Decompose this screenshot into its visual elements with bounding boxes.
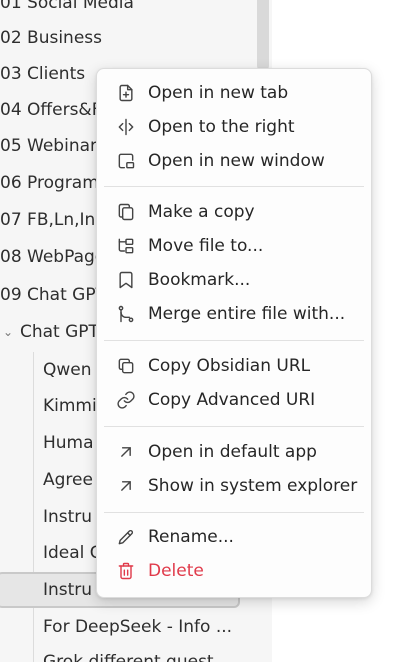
folder-social-media[interactable]: 01 Social Media	[0, 0, 134, 20]
file-kimmi[interactable]: Kimmi	[43, 389, 97, 423]
menu-separator	[104, 186, 364, 187]
menu-copy-obsidian-url[interactable]: Copy Obsidian URL	[104, 350, 364, 382]
menu-move-file[interactable]: Move file to...	[104, 230, 364, 262]
file-agree[interactable]: Agree	[43, 463, 93, 497]
folder-chat-gpt-open[interactable]: ⌄ Chat GPT	[3, 315, 99, 349]
menu-separator	[104, 340, 364, 341]
arrow-up-right-icon	[104, 442, 148, 462]
menu-open-new-window[interactable]: Open in new window	[104, 145, 364, 177]
new-tab-icon	[104, 83, 148, 103]
new-window-icon	[104, 151, 148, 171]
file-instru[interactable]: Instru	[43, 500, 92, 534]
folder-label: Chat GPT	[20, 322, 99, 342]
file-grok[interactable]: Grok different quest...	[43, 645, 230, 662]
file-huma[interactable]: Huma	[43, 426, 94, 460]
copy-file-icon	[104, 202, 148, 222]
folder-webinars[interactable]: 05 Webinars	[0, 129, 106, 163]
folder-social-links[interactable]: 07 FB,Ln,In,Y	[0, 203, 111, 237]
folder-clients[interactable]: 03 Clients	[0, 57, 85, 91]
move-folder-icon	[104, 236, 148, 256]
chevron-down-icon: ⌄	[3, 325, 14, 339]
trash-icon	[104, 561, 148, 581]
file-ideal[interactable]: Ideal C	[43, 536, 102, 570]
menu-rename[interactable]: Rename...	[104, 521, 364, 553]
tree-indent-guide	[33, 352, 34, 662]
bookmark-icon	[104, 270, 148, 290]
pencil-icon	[104, 527, 148, 547]
menu-make-copy[interactable]: Make a copy	[104, 196, 364, 228]
menu-separator	[104, 512, 364, 513]
folder-webpage[interactable]: 08 WebPage	[0, 240, 105, 274]
folder-program[interactable]: 06 Program	[0, 166, 99, 200]
folder-business[interactable]: 02 Business	[0, 21, 102, 55]
menu-open-default-app[interactable]: Open in default app	[104, 436, 364, 468]
context-menu: Open in new tab Open to the right Open i…	[96, 68, 372, 598]
menu-open-right[interactable]: Open to the right	[104, 111, 364, 143]
menu-show-system-explorer[interactable]: Show in system explorer	[104, 470, 364, 502]
link-icon	[104, 390, 148, 410]
menu-delete[interactable]: Delete	[104, 555, 364, 587]
file-qwen[interactable]: Qwen	[43, 353, 92, 387]
arrow-up-right-icon	[104, 476, 148, 496]
menu-bookmark[interactable]: Bookmark...	[104, 264, 364, 296]
file-for-deepseek[interactable]: For DeepSeek - Info ...	[43, 610, 232, 644]
menu-open-new-tab[interactable]: Open in new tab	[104, 77, 364, 109]
explorer-scrollbar[interactable]	[257, 0, 269, 70]
merge-icon	[104, 304, 148, 324]
folder-offers[interactable]: 04 Offers&F	[0, 93, 101, 127]
menu-separator	[104, 426, 364, 427]
file-instru-selected[interactable]: Instru	[43, 573, 92, 607]
copy-icon	[104, 356, 148, 376]
split-right-icon	[104, 117, 148, 137]
folder-chat-gpt[interactable]: 09 Chat GPT	[0, 278, 106, 312]
menu-copy-advanced-uri[interactable]: Copy Advanced URI	[104, 384, 364, 416]
menu-merge-file[interactable]: Merge entire file with...	[104, 298, 364, 330]
